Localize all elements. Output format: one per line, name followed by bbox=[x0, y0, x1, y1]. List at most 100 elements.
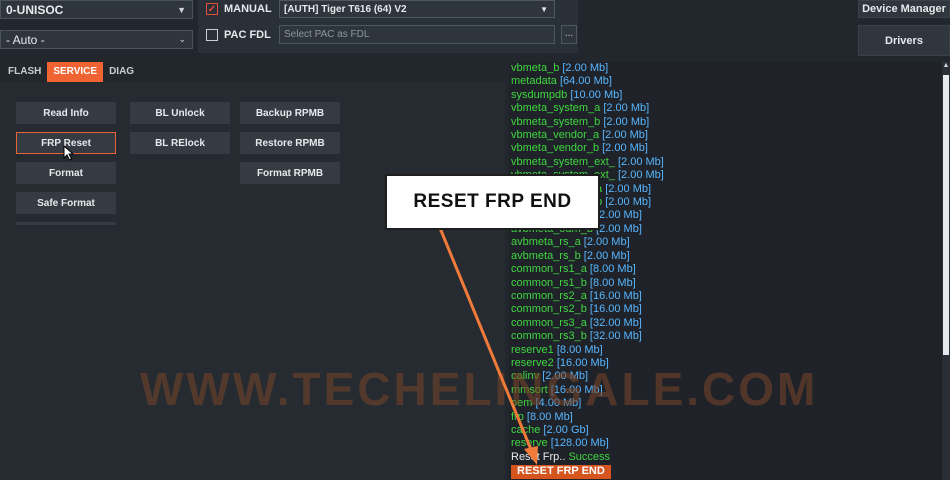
model-select[interactable]: [AUTH] Tiger T616 (64) V2 ▼ bbox=[279, 0, 555, 18]
format-button[interactable]: Format bbox=[16, 162, 116, 184]
scroll-up-icon[interactable]: ▲ bbox=[942, 62, 950, 72]
log-partition-name: vbmeta_vendor_a bbox=[511, 129, 600, 142]
log-partition-size: [2.00 Mb] bbox=[605, 196, 652, 209]
log-status-result: Success bbox=[568, 450, 611, 463]
log-partition-name: avbmeta_rs_a bbox=[511, 236, 581, 249]
log-row: vbmeta_vendor_a [2.00 Mb] bbox=[511, 129, 942, 142]
log-partition-size: [2.00 Mb] bbox=[596, 222, 642, 235]
log-row: vbmeta_system_b [2.00 Mb] bbox=[511, 116, 942, 129]
log-partition-size: [2.00 Gb] bbox=[543, 423, 589, 436]
platform-select-value: 0-UNISOC bbox=[6, 2, 64, 17]
log-row: vbmeta_vendor_b [2.00 Mb] bbox=[511, 142, 942, 155]
check-icon: ✓ bbox=[206, 3, 218, 15]
log-partition-size: [32.00 Mb] bbox=[589, 330, 642, 343]
log-partition-size: [16.00 Mb] bbox=[589, 303, 642, 316]
log-partition-name: common_rs3_b bbox=[511, 330, 587, 343]
log-partition-size: [2.00 Mb] bbox=[602, 142, 648, 155]
log-row: vbmeta_b [2.00 Mb] bbox=[511, 62, 942, 75]
log-partition-name: sysdumpdb bbox=[511, 88, 568, 101]
platform-select[interactable]: 0-UNISOC ▼ bbox=[0, 0, 193, 19]
log-partition-name: vbmeta_system_b bbox=[511, 115, 601, 128]
log-row: common_rs1_b [8.00 Mb] bbox=[511, 277, 942, 290]
log-partition-size: [128.00 Mb] bbox=[550, 437, 609, 450]
log-panel: vbmeta_b [2.00 Mb] metadata [64.00 Mb] sys… bbox=[509, 62, 942, 480]
drivers-button[interactable]: Drivers bbox=[858, 25, 950, 56]
log-partition-size: [2.00 Mb] bbox=[618, 169, 664, 182]
log-partition-name: reserve1 bbox=[511, 343, 554, 356]
log-partition-name: vbmeta_system_ext_ bbox=[511, 155, 615, 168]
bl-relock-button[interactable]: BL RElock bbox=[130, 132, 230, 154]
backup-rpmb-button[interactable]: Backup RPMB bbox=[240, 102, 340, 124]
pac-fdl-placeholder: Select PAC as FDL bbox=[284, 29, 370, 40]
log-end-label: RESET FRP END bbox=[511, 465, 611, 479]
log-partition-name: vbmeta_system_a bbox=[511, 102, 601, 115]
log-partition-name: vbmeta_b bbox=[511, 62, 560, 74]
log-partition-name: common_rs2_a bbox=[511, 289, 587, 302]
log-partition-name: metadata bbox=[511, 75, 557, 88]
log-partition-size: [10.00 Mb] bbox=[570, 88, 623, 101]
log-partition-size: [2.00 Mb] bbox=[602, 129, 648, 142]
callout-label: RESET FRP END bbox=[385, 174, 600, 230]
log-row: reserve1 [8.00 Mb] bbox=[511, 344, 942, 357]
log-partition-size: [2.00 Mb] bbox=[562, 62, 609, 74]
model-select-value: [AUTH] Tiger T616 (64) V2 bbox=[284, 3, 407, 15]
tab-service[interactable]: SERVICE bbox=[47, 62, 104, 82]
log-partition-size: [2.00 Mb] bbox=[583, 236, 630, 249]
tab-bar: FLASH SERVICE DIAG bbox=[0, 62, 140, 82]
pac-fdl-checkbox[interactable]: PAC FDL bbox=[206, 29, 271, 41]
restore-rpmb-button[interactable]: Restore RPMB bbox=[240, 132, 340, 154]
log-partition-size: [2.00 Mb] bbox=[583, 249, 630, 262]
log-partition-name: common_rs1_b bbox=[511, 276, 587, 289]
log-row: metadata [64.00 Mb] bbox=[511, 75, 942, 88]
mode-select-value: - Auto - bbox=[6, 32, 45, 47]
pac-fdl-input[interactable]: Select PAC as FDL bbox=[279, 25, 555, 44]
watermark: WWW.TECHELINGALE.COM bbox=[140, 363, 819, 415]
log-partition-name: vbmeta_vendor_b bbox=[511, 142, 600, 155]
scrollbar-thumb[interactable] bbox=[943, 75, 949, 355]
log-partition-name: common_rs3_a bbox=[511, 316, 587, 329]
log-partition-size: [8.00 Mb] bbox=[589, 276, 636, 289]
mouse-cursor-icon bbox=[63, 145, 75, 161]
partial-button bbox=[16, 222, 116, 225]
log-row: common_rs2_b [16.00 Mb] bbox=[511, 303, 942, 316]
manual-checkbox[interactable]: ✓ MANUAL bbox=[206, 3, 272, 15]
log-end-row: RESET FRP END bbox=[511, 464, 942, 479]
chevron-down-icon: ⌄ bbox=[178, 34, 186, 44]
log-row: reserve [128.00 Mb] bbox=[511, 437, 942, 450]
log-row: avbmeta_rs_a [2.00 Mb] bbox=[511, 236, 942, 249]
log-row: sysdumpdb [10.00 Mb] bbox=[511, 89, 942, 102]
format-rpmb-button[interactable]: Format RPMB bbox=[240, 162, 340, 184]
log-partition-size: [8.00 Mb] bbox=[556, 343, 603, 356]
log-row: common_rs2_a [16.00 Mb] bbox=[511, 290, 942, 303]
device-manager-button[interactable]: Device Manager bbox=[858, 0, 950, 18]
log-partition-size: [2.00 Mb] bbox=[605, 182, 652, 195]
app-window: 0-UNISOC ▼ - Auto - ⌄ ✓ MANUAL [AUTH] Ti… bbox=[0, 0, 950, 480]
browse-button[interactable]: ... bbox=[561, 25, 577, 44]
manual-label: MANUAL bbox=[224, 3, 272, 15]
log-partition-size: [2.00 Mb] bbox=[603, 115, 650, 128]
bl-unlock-button[interactable]: BL Unlock bbox=[130, 102, 230, 124]
tab-flash[interactable]: FLASH bbox=[2, 62, 47, 82]
log-row: common_rs3_a [32.00 Mb] bbox=[511, 317, 942, 330]
log-row: cache [2.00 Gb] bbox=[511, 424, 942, 437]
mode-select[interactable]: - Auto - ⌄ bbox=[0, 30, 193, 49]
log-status-row: Reset Frp.. Success bbox=[511, 451, 942, 464]
read-info-button[interactable]: Read Info bbox=[16, 102, 116, 124]
log-partition-size: [64.00 Mb] bbox=[559, 75, 612, 88]
log-partition-size: [2.00 Mb] bbox=[596, 209, 642, 222]
log-row: common_rs3_b [32.00 Mb] bbox=[511, 330, 942, 343]
log-row: common_rs1_a [8.00 Mb] bbox=[511, 263, 942, 276]
log-partition-size: [2.00 Mb] bbox=[618, 155, 664, 168]
log-row: vbmeta_system_a [2.00 Mb] bbox=[511, 102, 942, 115]
log-partition-size: [8.00 Mb] bbox=[589, 263, 636, 276]
log-row: avbmeta_rs_b [2.00 Mb] bbox=[511, 250, 942, 263]
pac-fdl-label: PAC FDL bbox=[224, 29, 271, 41]
log-partition-size: [16.00 Mb] bbox=[589, 289, 642, 302]
tab-diag[interactable]: DIAG bbox=[103, 62, 140, 82]
log-partition-name: common_rs1_a bbox=[511, 263, 587, 276]
log-partition-name: avbmeta_rs_b bbox=[511, 249, 581, 262]
safe-format-button[interactable]: Safe Format bbox=[16, 192, 116, 214]
log-partition-name: reserve bbox=[511, 437, 548, 450]
checkbox-empty-icon bbox=[206, 29, 218, 41]
log-partition-size: [32.00 Mb] bbox=[589, 316, 642, 329]
